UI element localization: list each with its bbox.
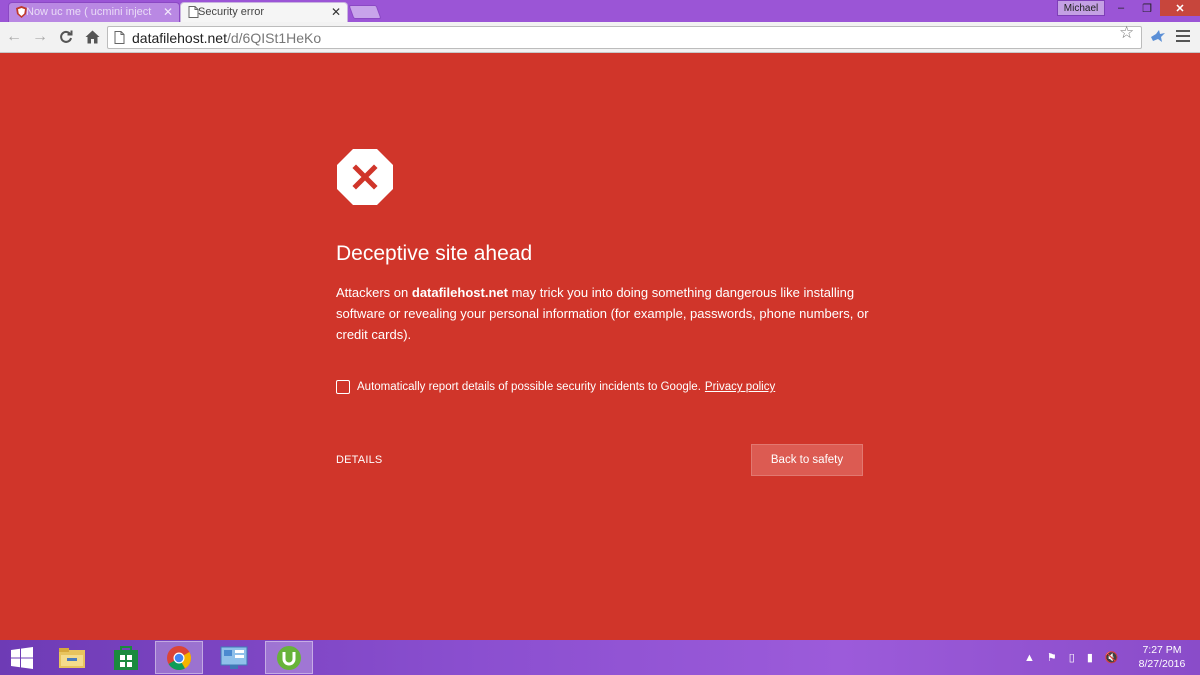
danger-octagon-icon: [337, 149, 393, 205]
site-name: datafilehost.net: [411, 285, 508, 300]
battery-icon[interactable]: ▯: [1069, 651, 1075, 664]
network-signal-icon[interactable]: ▮: [1087, 651, 1093, 664]
details-link[interactable]: DETAILS: [336, 454, 382, 466]
tab-security-error[interactable]: Security error ✕: [180, 2, 348, 22]
url-text: datafilehost.net/d/6QISt1HeKo: [132, 30, 321, 46]
report-label: Automatically report details of possible…: [357, 381, 701, 393]
forward-arrow-icon[interactable]: →: [29, 26, 51, 48]
store-button[interactable]: [102, 641, 150, 674]
url-host: datafilehost.net: [132, 30, 227, 46]
menu-icon[interactable]: [1176, 30, 1190, 45]
report-option: Automatically report details of possible…: [336, 380, 775, 394]
interstitial-page: Deceptive site ahead Attackers on datafi…: [0, 54, 1200, 640]
back-arrow-icon[interactable]: ←: [3, 26, 25, 48]
reload-icon[interactable]: [55, 26, 77, 48]
restore-icon[interactable]: ❐: [1134, 0, 1160, 16]
profile-button[interactable]: Michael: [1057, 0, 1105, 16]
control-panel-button[interactable]: [210, 641, 258, 674]
system-clock[interactable]: 7:27 PM 8/27/2016: [1136, 643, 1188, 671]
tab-title: Security error: [198, 6, 265, 18]
chrome-button[interactable]: [155, 641, 203, 674]
chrome-icon: [167, 645, 192, 670]
start-icon: [11, 646, 33, 669]
address-bar[interactable]: datafilehost.net/d/6QISt1HeKo: [107, 26, 1142, 49]
utorrent-icon: [277, 645, 301, 670]
extension-bird-icon[interactable]: [1150, 29, 1166, 43]
privacy-policy-link[interactable]: Privacy policy: [705, 381, 775, 393]
home-icon[interactable]: [81, 26, 103, 48]
system-tray: ▲ ⚑ ▯ ▮ 🔇: [1024, 640, 1119, 675]
action-center-flag-icon[interactable]: ⚑: [1047, 651, 1057, 664]
new-tab-button[interactable]: [348, 5, 382, 19]
bookmark-star-icon[interactable]: ☆: [1119, 23, 1134, 43]
explanation-prefix: Attackers on: [336, 285, 412, 300]
report-checkbox[interactable]: [336, 380, 350, 394]
control-panel-icon: [220, 646, 248, 669]
clock-date: 8/27/2016: [1138, 658, 1186, 670]
taskbar: ▲ ⚑ ▯ ▮ 🔇 7:27 PM 8/27/2016: [0, 640, 1200, 675]
tab-title: Now uc me ( ucmini inject: [26, 6, 152, 18]
close-window-icon[interactable]: ✕: [1160, 0, 1200, 16]
close-tab-icon[interactable]: ✕: [163, 5, 173, 19]
back-to-safety-button[interactable]: Back to safety: [751, 444, 863, 476]
volume-muted-icon[interactable]: 🔇: [1105, 651, 1119, 664]
show-hidden-icons-icon[interactable]: ▲: [1024, 652, 1035, 664]
store-icon: [114, 645, 138, 670]
clock-time: 7:27 PM: [1142, 644, 1182, 656]
explanation-text: Attackers on datafilehost.net may trick …: [336, 282, 876, 345]
tab-ucmini[interactable]: Now uc me ( ucmini inject ✕: [8, 2, 180, 22]
browser-toolbar: ← → datafilehost.net/d/6QISt1HeKo ☆: [0, 22, 1200, 53]
url-path: /d/6QISt1HeKo: [226, 30, 322, 46]
utorrent-button[interactable]: [265, 641, 313, 674]
minimize-icon[interactable]: –: [1108, 0, 1134, 16]
file-explorer-button[interactable]: [48, 641, 96, 674]
page-title: Deceptive site ahead: [336, 242, 533, 265]
page-icon: [114, 31, 125, 44]
file-explorer-icon: [59, 647, 85, 668]
start-button[interactable]: [0, 641, 44, 674]
title-bar: Now uc me ( ucmini inject ✕ Security err…: [0, 0, 1200, 22]
close-tab-icon[interactable]: ✕: [331, 5, 341, 19]
